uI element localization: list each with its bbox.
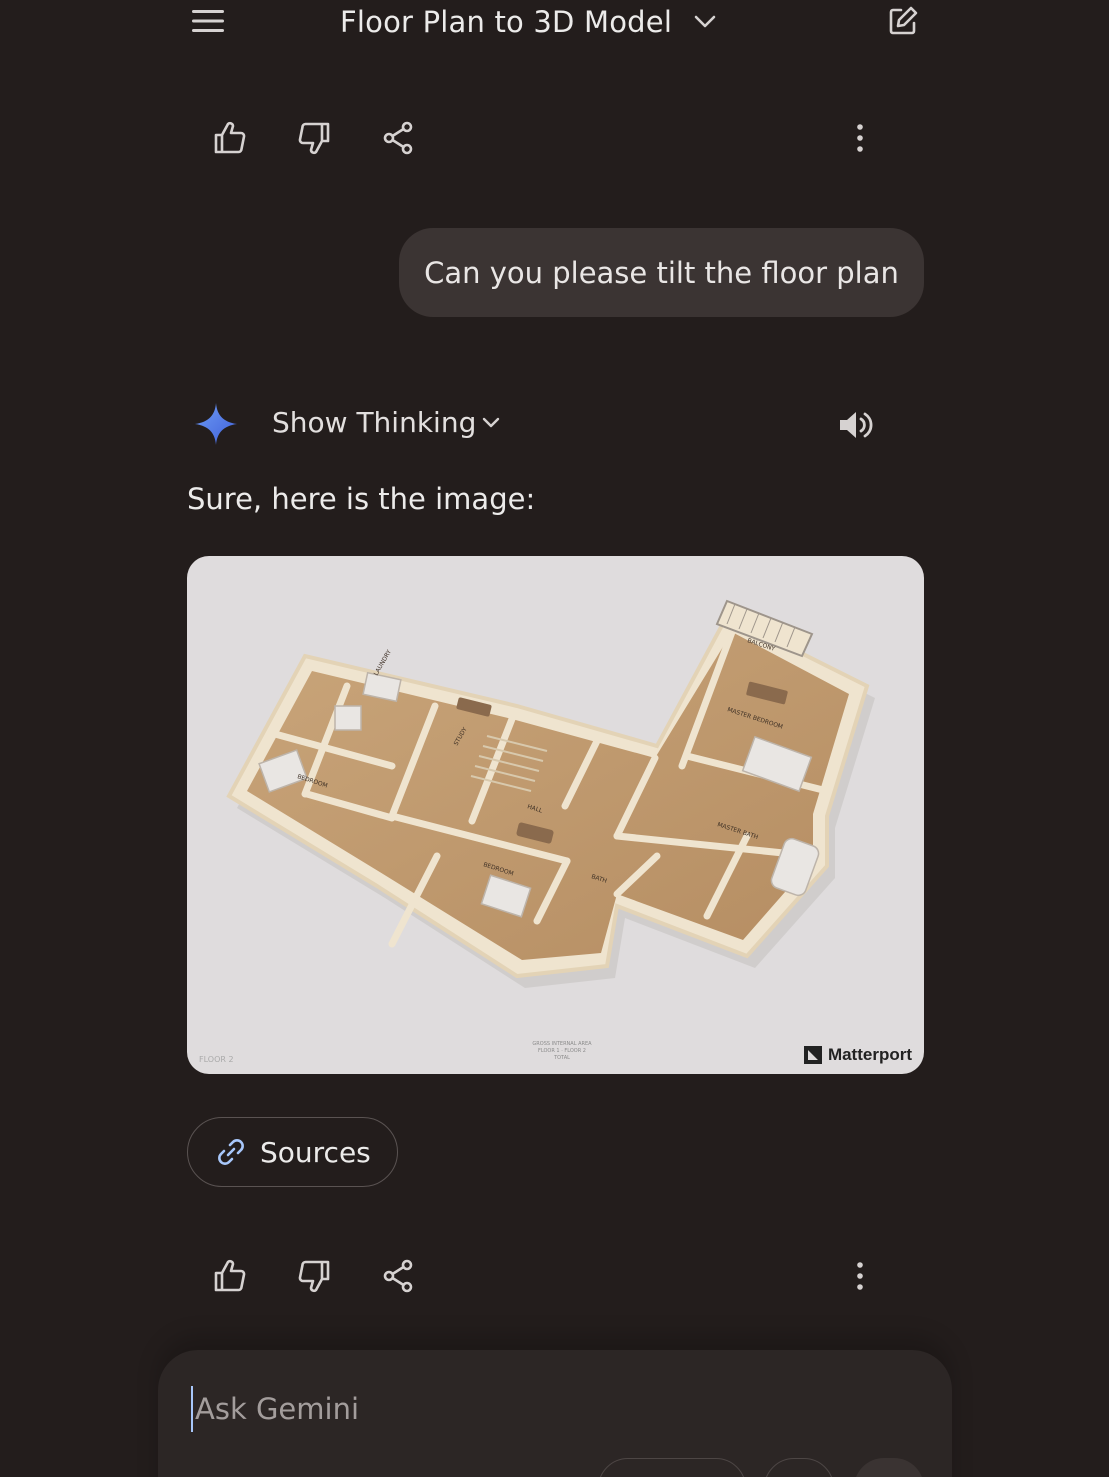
sources-label: Sources [260,1135,371,1169]
chevron-down-icon [482,417,500,428]
thumbs-up-icon [214,1259,246,1292]
more-options-button[interactable] [842,1254,878,1298]
show-thinking-label: Show Thinking [272,406,477,439]
matterport-logo: Matterport [803,1045,912,1065]
generated-floor-plan-image[interactable]: BALCONY MASTER BEDROOM MASTER BATH LAUND… [187,556,924,1074]
share-button[interactable] [376,116,420,160]
chat-title: Floor Plan to 3D Model [340,5,673,39]
floor-label: FLOOR 2 [199,1055,234,1064]
edit-icon [889,6,918,35]
link-icon [218,1139,244,1165]
area-summary-note: GROSS INTERNAL AREA FLOOR 1 · FLOOR 2 TOTA… [532,1041,592,1061]
matterport-mark-icon [803,1046,822,1064]
thumbs-down-button[interactable] [292,1254,336,1298]
show-thinking-toggle[interactable]: Show Thinking [272,398,512,452]
response-actions [0,1244,1109,1304]
thumbs-up-icon [214,121,246,154]
more-options-button[interactable] [842,116,878,160]
chevron-down-icon [694,15,716,28]
brand-name: Matterport [827,1045,912,1064]
speaker-icon [840,412,873,438]
user-message-bubble: Can you please tilt the floor plan [399,228,924,317]
thumbs-up-button[interactable] [208,1254,252,1298]
gemini-chat-screen: Floor Plan to 3D Model Can you please ti… [0,0,1109,1477]
more-vert-icon [857,1262,863,1290]
attach-chip[interactable] [764,1458,834,1477]
floor-plan-illustration: BALCONY MASTER BEDROOM MASTER BATH LAUND… [226,599,875,988]
sources-button[interactable]: Sources [187,1117,398,1187]
ask-gemini-input[interactable] [191,1386,897,1432]
hamburger-menu-icon [192,10,224,32]
thumbs-down-button[interactable] [292,116,336,160]
tools-chip[interactable] [598,1458,746,1477]
send-button[interactable] [854,1458,924,1477]
gemini-star-icon [195,403,237,445]
share-icon [383,121,413,155]
chat-title-dropdown[interactable]: Floor Plan to 3D Model [340,0,716,44]
new-chat-button[interactable] [884,2,922,40]
thumbs-down-icon [298,122,330,155]
thumbs-up-button[interactable] [208,116,252,160]
response-text: Sure, here is the image: [187,482,536,516]
response-header: Show Thinking [190,398,920,452]
user-message-text: Can you please tilt the floor plan [424,255,899,290]
more-vert-icon [857,124,863,152]
share-icon [383,1259,413,1293]
prompt-composer [158,1350,952,1477]
previous-response-actions [0,106,1109,166]
menu-button[interactable] [188,4,228,38]
thumbs-down-icon [298,1260,330,1293]
read-aloud-button[interactable] [834,402,880,448]
share-button[interactable] [376,1254,420,1298]
